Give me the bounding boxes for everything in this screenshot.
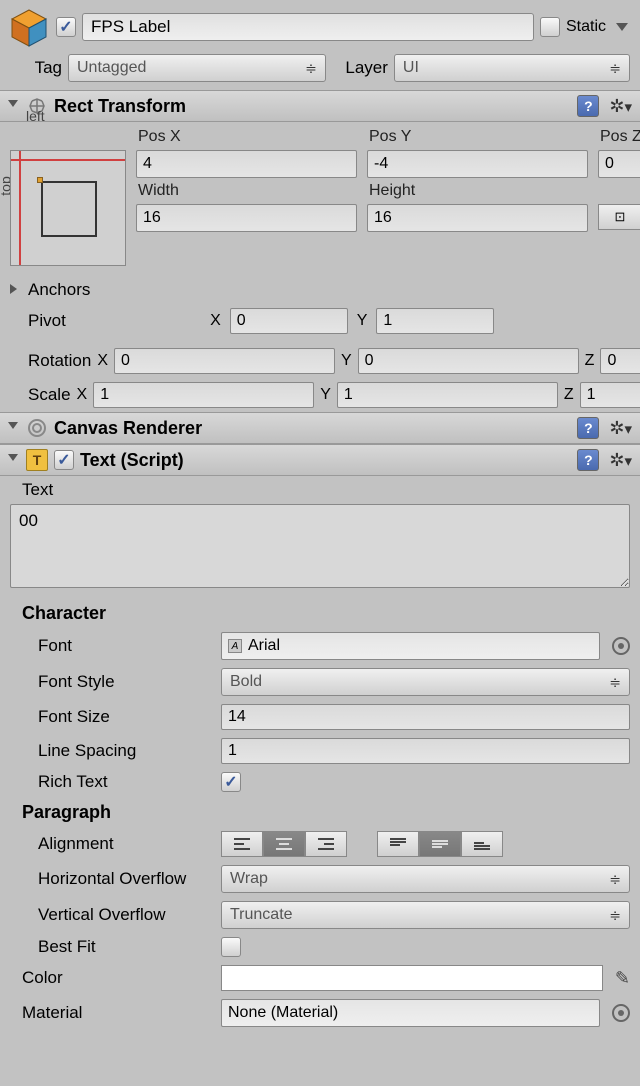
layer-dropdown[interactable]: UI bbox=[394, 54, 630, 82]
font-label: Font bbox=[10, 636, 215, 656]
posx-input[interactable] bbox=[136, 150, 357, 178]
blueprint-button[interactable]: ⊡ bbox=[598, 204, 640, 230]
rotation-x-input[interactable] bbox=[114, 348, 335, 374]
pivot-row: Pivot X Y bbox=[0, 304, 640, 338]
object-picker-icon[interactable] bbox=[612, 1004, 630, 1022]
anchor-h-label: left bbox=[26, 108, 45, 124]
v-overflow-dropdown[interactable]: Truncate bbox=[221, 901, 630, 929]
pivot-y-input[interactable] bbox=[376, 308, 494, 334]
align-right-button[interactable] bbox=[305, 831, 347, 857]
text-component-header[interactable]: T Text (Script) ? ✲▾ bbox=[0, 444, 640, 476]
posz-input[interactable] bbox=[598, 150, 640, 178]
gear-icon[interactable]: ✲▾ bbox=[609, 418, 632, 439]
align-bottom-button[interactable] bbox=[461, 831, 503, 857]
vertical-align-group bbox=[377, 831, 503, 857]
gameobject-icon[interactable] bbox=[8, 6, 50, 48]
font-style-dropdown[interactable]: Bold bbox=[221, 668, 630, 696]
font-size-label: Font Size bbox=[10, 707, 215, 727]
text-textarea[interactable]: 00 bbox=[10, 504, 630, 588]
rotation-z-input[interactable] bbox=[600, 348, 640, 374]
h-overflow-label: Horizontal Overflow bbox=[10, 869, 215, 889]
help-icon[interactable]: ? bbox=[577, 95, 599, 117]
text-component-title: Text (Script) bbox=[80, 450, 571, 471]
foldout-icon[interactable] bbox=[8, 454, 20, 466]
text-field-label: Text bbox=[0, 476, 640, 500]
text-component-icon: T bbox=[26, 449, 48, 471]
align-middle-button[interactable] bbox=[419, 831, 461, 857]
posx-label: Pos X bbox=[136, 128, 357, 146]
rich-text-label: Rich Text bbox=[10, 772, 215, 792]
eyedropper-icon[interactable]: ✎ bbox=[615, 968, 630, 989]
scale-x-input[interactable] bbox=[93, 382, 314, 408]
scale-label: Scale bbox=[10, 385, 71, 405]
alignment-label: Alignment bbox=[10, 834, 215, 854]
anchors-foldout[interactable]: Anchors bbox=[0, 276, 640, 304]
gear-icon[interactable]: ✲▾ bbox=[609, 96, 632, 117]
pivot-x-input[interactable] bbox=[230, 308, 348, 334]
rect-transform-header[interactable]: Rect Transform ? ✲▾ bbox=[0, 90, 640, 122]
rect-transform-body: left top Pos X Pos Y Pos Z Width Height bbox=[0, 122, 640, 276]
best-fit-label: Best Fit bbox=[10, 937, 215, 957]
static-checkbox[interactable] bbox=[540, 17, 560, 37]
gameobject-header: Static bbox=[0, 0, 640, 50]
pivot-label: Pivot bbox=[10, 311, 201, 331]
rotation-row: Rotation X Y Z bbox=[0, 344, 640, 378]
rect-transform-title: Rect Transform bbox=[54, 96, 571, 117]
help-icon[interactable]: ? bbox=[577, 449, 599, 471]
foldout-icon bbox=[10, 284, 22, 296]
static-label: Static bbox=[566, 18, 606, 36]
height-label: Height bbox=[367, 182, 588, 200]
best-fit-checkbox[interactable] bbox=[221, 937, 241, 957]
posz-label: Pos Z bbox=[598, 128, 640, 146]
material-label: Material bbox=[10, 1003, 215, 1023]
gameobject-name-input[interactable] bbox=[82, 13, 534, 41]
paragraph-group-label: Paragraph bbox=[0, 796, 640, 827]
enabled-checkbox[interactable] bbox=[56, 17, 76, 37]
font-size-input[interactable] bbox=[221, 704, 630, 730]
tag-label: Tag bbox=[16, 58, 62, 78]
tag-layer-row: Tag Untagged Layer UI bbox=[0, 50, 640, 90]
scale-y-input[interactable] bbox=[337, 382, 558, 408]
align-top-button[interactable] bbox=[377, 831, 419, 857]
line-spacing-input[interactable] bbox=[221, 738, 630, 764]
v-overflow-label: Vertical Overflow bbox=[10, 905, 215, 925]
height-input[interactable] bbox=[367, 204, 588, 232]
text-enabled-checkbox[interactable] bbox=[54, 450, 74, 470]
rotation-y-input[interactable] bbox=[358, 348, 579, 374]
anchor-preset-button[interactable] bbox=[10, 150, 126, 266]
canvas-renderer-header[interactable]: Canvas Renderer ? ✲▾ bbox=[0, 412, 640, 444]
gear-icon[interactable]: ✲▾ bbox=[609, 450, 632, 471]
posy-input[interactable] bbox=[367, 150, 588, 178]
rotation-label: Rotation bbox=[10, 351, 91, 371]
color-field[interactable] bbox=[221, 965, 603, 991]
layer-label: Layer bbox=[332, 58, 388, 78]
foldout-icon[interactable] bbox=[8, 422, 20, 434]
foldout-icon[interactable] bbox=[8, 100, 20, 112]
character-group-label: Character bbox=[0, 597, 640, 628]
inspector-panel: Static Tag Untagged Layer UI Rect Transf… bbox=[0, 0, 640, 1031]
color-label: Color bbox=[10, 968, 215, 988]
font-field[interactable]: AArial bbox=[221, 632, 600, 660]
scale-row: Scale X Y Z bbox=[0, 378, 640, 412]
material-field[interactable]: None (Material) bbox=[221, 999, 600, 1027]
anchors-label: Anchors bbox=[28, 280, 90, 300]
align-center-button[interactable] bbox=[263, 831, 305, 857]
line-spacing-label: Line Spacing bbox=[10, 741, 215, 761]
tag-dropdown[interactable]: Untagged bbox=[68, 54, 326, 82]
horizontal-align-group bbox=[221, 831, 347, 857]
h-overflow-dropdown[interactable]: Wrap bbox=[221, 865, 630, 893]
canvas-renderer-title: Canvas Renderer bbox=[54, 418, 571, 439]
width-label: Width bbox=[136, 182, 357, 200]
rich-text-checkbox[interactable] bbox=[221, 772, 241, 792]
align-left-button[interactable] bbox=[221, 831, 263, 857]
width-input[interactable] bbox=[136, 204, 357, 232]
static-dropdown-arrow[interactable] bbox=[616, 23, 628, 31]
scale-z-input[interactable] bbox=[580, 382, 640, 408]
help-icon[interactable]: ? bbox=[577, 417, 599, 439]
object-picker-icon[interactable] bbox=[612, 637, 630, 655]
font-style-label: Font Style bbox=[10, 672, 215, 692]
posy-label: Pos Y bbox=[367, 128, 588, 146]
canvas-renderer-icon bbox=[26, 417, 48, 439]
